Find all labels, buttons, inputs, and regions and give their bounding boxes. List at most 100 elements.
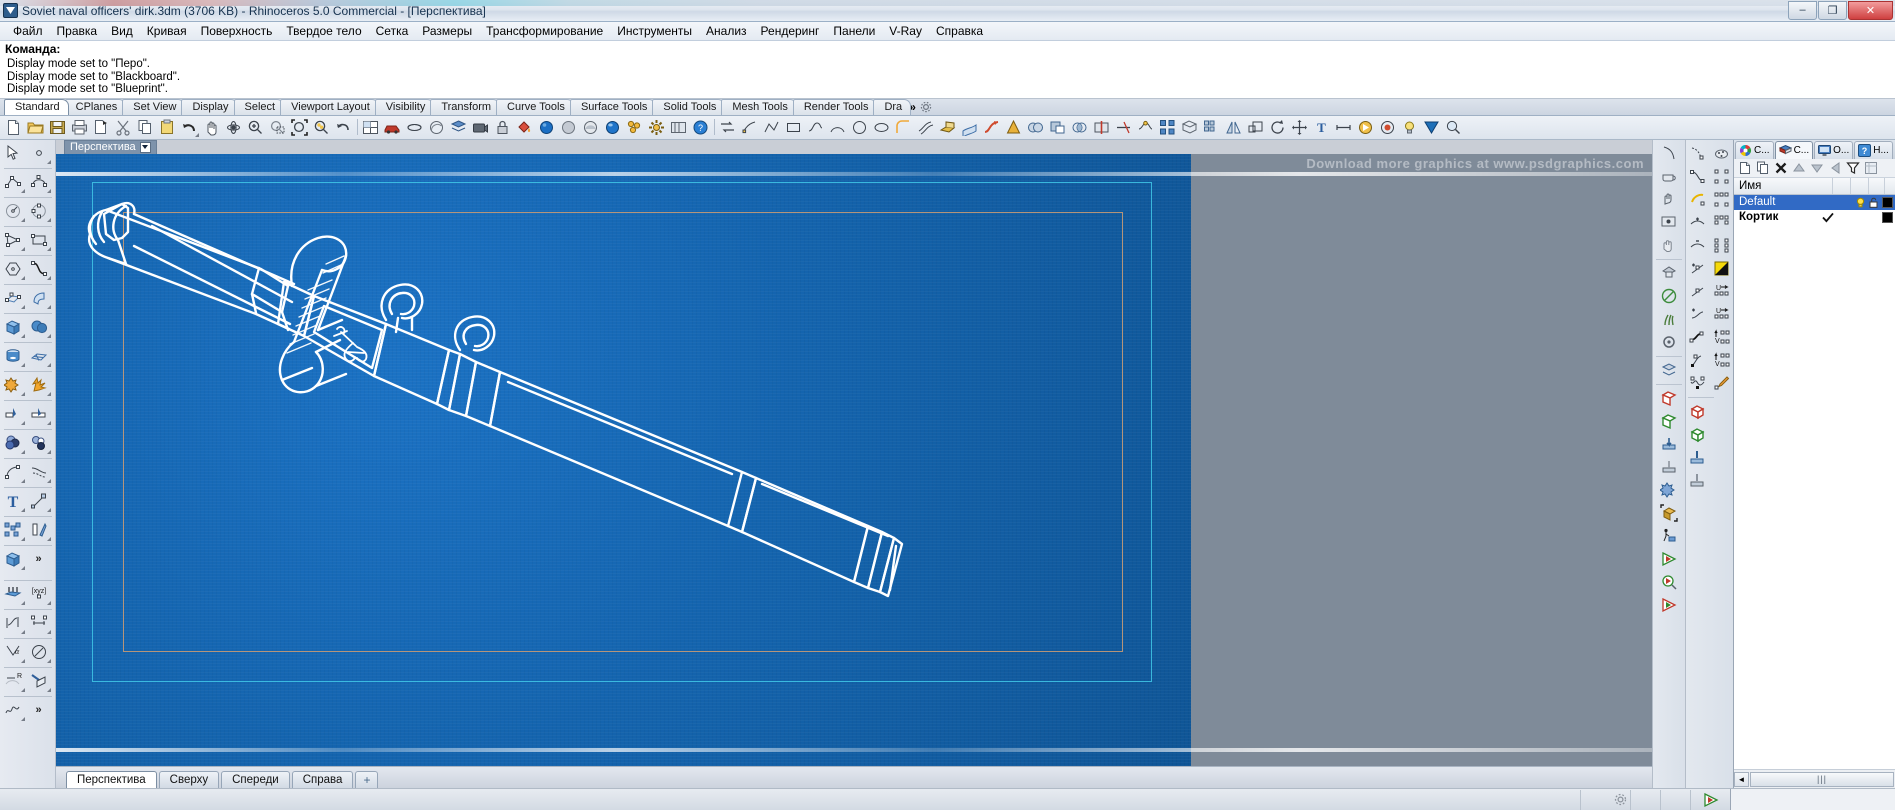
grass-icon[interactable] xyxy=(1657,308,1681,331)
panel-tab-object-properties[interactable]: O... xyxy=(1814,140,1854,159)
rotate-icon[interactable] xyxy=(1267,117,1288,138)
dim-linear-icon[interactable] xyxy=(26,612,52,635)
zoom-selected-icon[interactable] xyxy=(311,117,332,138)
menu-item-solid[interactable]: Твердое тело xyxy=(279,23,368,39)
curve-blend-adjust-icon[interactable] xyxy=(1686,349,1710,372)
snap-circle-icon[interactable] xyxy=(1657,331,1681,354)
curve-interpolate-icon[interactable] xyxy=(26,258,52,281)
remove-control-point-icon[interactable] xyxy=(1686,234,1710,257)
move-up-icon[interactable] xyxy=(1790,159,1807,176)
zoom-window-icon[interactable] xyxy=(267,117,288,138)
ellipse-icon[interactable] xyxy=(26,200,52,223)
select-arrow-icon[interactable] xyxy=(0,142,26,165)
cplane-green-box-icon[interactable] xyxy=(1686,423,1710,446)
toolbar-tab-curve-tools[interactable]: Curve Tools xyxy=(496,98,574,115)
help-icon[interactable]: ? xyxy=(690,117,711,138)
u-direction-icon[interactable]: U xyxy=(1710,280,1734,303)
material-icon[interactable] xyxy=(1377,117,1398,138)
panel-tab-color-wheel[interactable]: C... xyxy=(1735,140,1774,159)
menu-item-surface[interactable]: Поверхность xyxy=(194,23,280,39)
array-icon[interactable] xyxy=(0,519,26,542)
sphere-icon[interactable] xyxy=(26,316,52,339)
lock-icon[interactable] xyxy=(492,117,513,138)
point-icon[interactable] xyxy=(739,117,760,138)
more-tools-icon[interactable]: » xyxy=(26,548,52,571)
control-grid-icon[interactable] xyxy=(1710,211,1734,234)
surface-from-points-icon[interactable] xyxy=(0,287,26,310)
extract-block-icon[interactable] xyxy=(1657,456,1681,479)
toolbar-tab-select[interactable]: Select xyxy=(233,98,285,115)
join-icon[interactable] xyxy=(1135,117,1156,138)
dimension-icon[interactable] xyxy=(1333,117,1354,138)
viewport-tab-add-button[interactable]: + xyxy=(355,771,379,788)
move-left-icon[interactable] xyxy=(1826,159,1843,176)
teapot-icon[interactable] xyxy=(1657,165,1681,188)
layer-panel-scrollbar[interactable]: ◄ ||| xyxy=(1734,769,1895,788)
render-car-icon[interactable] xyxy=(382,117,403,138)
menu-item-file[interactable]: Файл xyxy=(6,23,50,39)
insert-knot-icon[interactable] xyxy=(1686,257,1710,280)
blocks-icon[interactable] xyxy=(1657,479,1681,502)
dim-radius-icon[interactable]: R xyxy=(0,670,26,693)
analyze-icon[interactable] xyxy=(1443,117,1464,138)
polyline-icon[interactable] xyxy=(0,171,26,194)
layer-color-swatch[interactable] xyxy=(1882,211,1893,223)
arrow-swap-icon[interactable] xyxy=(717,117,738,138)
viewport-tab-right[interactable]: Справа xyxy=(291,771,354,788)
split-icon[interactable] xyxy=(0,403,26,426)
grab-icon[interactable] xyxy=(1657,234,1681,257)
zoom-extents-icon[interactable] xyxy=(289,117,310,138)
v-direction-alt-icon[interactable]: V xyxy=(1710,349,1734,372)
menu-item-view[interactable]: Вид xyxy=(104,23,140,39)
cplane-red-icon[interactable] xyxy=(1657,387,1681,410)
vray-render-icon[interactable] xyxy=(1690,789,1730,810)
arc-icon[interactable] xyxy=(0,229,26,252)
boolean-difference-icon[interactable] xyxy=(1047,117,1068,138)
gear-icon[interactable] xyxy=(1610,790,1630,810)
remove-knot-icon[interactable] xyxy=(1686,280,1710,303)
properties-icon[interactable] xyxy=(624,117,645,138)
settings-gear-icon[interactable] xyxy=(646,117,667,138)
toolbar-tab-cplanes[interactable]: CPlanes xyxy=(64,98,127,115)
boolean-union-icon[interactable] xyxy=(0,374,26,397)
offset-curve-icon[interactable] xyxy=(26,461,52,484)
layers-icon[interactable] xyxy=(448,117,469,138)
move-icon[interactable] xyxy=(1289,117,1310,138)
toolbar-tab-mesh-tools[interactable]: Mesh Tools xyxy=(721,98,797,115)
insert-block-icon[interactable] xyxy=(1657,433,1681,456)
offset-icon[interactable] xyxy=(915,117,936,138)
toolbar-tab-standard[interactable]: Standard xyxy=(4,98,69,115)
close-button[interactable]: ✕ xyxy=(1848,0,1893,20)
minimize-button[interactable]: – xyxy=(1788,0,1817,20)
cut-scissors-icon[interactable] xyxy=(113,117,134,138)
curve-periodic-icon[interactable] xyxy=(1686,372,1710,395)
menu-item-edit[interactable]: Правка xyxy=(50,23,105,39)
layer-color-swatch[interactable] xyxy=(1882,196,1893,208)
split-icon[interactable] xyxy=(1091,117,1112,138)
camera-icon[interactable] xyxy=(470,117,491,138)
object-snap-group-icon[interactable] xyxy=(1710,142,1734,165)
layer-list[interactable]: Default Кортик xyxy=(1734,194,1895,769)
curve-through-points-icon[interactable] xyxy=(1686,165,1710,188)
v-direction-icon[interactable]: V xyxy=(1710,326,1734,349)
planar-icon[interactable] xyxy=(1657,211,1681,234)
shade-icon[interactable] xyxy=(404,117,425,138)
undo-icon[interactable] xyxy=(179,117,200,138)
cylinder-icon[interactable] xyxy=(580,117,601,138)
toolbar-tab-visibility[interactable]: Visibility xyxy=(374,98,435,115)
viewport-layout-icon[interactable] xyxy=(360,117,381,138)
toolbar-tab-transform[interactable]: Transform xyxy=(430,98,501,115)
render-final-icon[interactable] xyxy=(1657,594,1681,617)
unlock-icon[interactable] xyxy=(1869,197,1879,208)
curve-extend-icon[interactable] xyxy=(1686,303,1710,326)
circle-icon[interactable] xyxy=(0,200,26,223)
boolean-difference-icon[interactable] xyxy=(26,432,52,455)
explode-icon[interactable] xyxy=(1157,117,1178,138)
light-icon[interactable] xyxy=(1399,117,1420,138)
text-icon[interactable]: T xyxy=(1311,117,1332,138)
worksession-icon[interactable] xyxy=(1657,525,1681,548)
surface-checker-icon[interactable] xyxy=(1710,257,1734,280)
dim-aligned-icon[interactable] xyxy=(0,612,26,635)
surface-network-icon[interactable] xyxy=(26,345,52,368)
panel-tab-layers[interactable]: C... xyxy=(1774,140,1814,159)
